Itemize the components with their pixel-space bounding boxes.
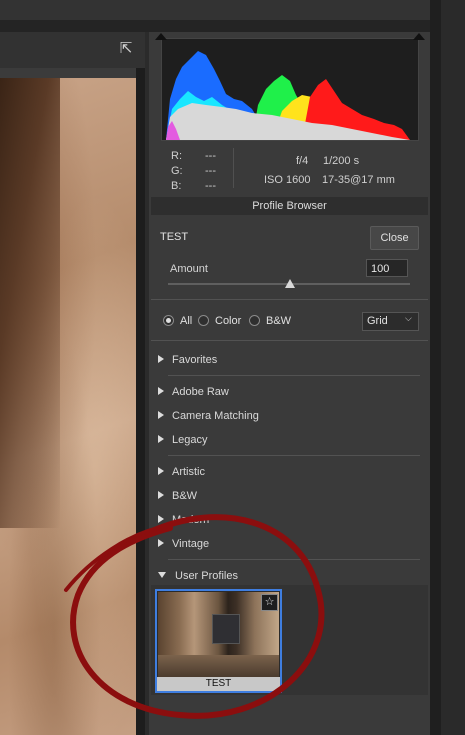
group-label: Adobe Raw xyxy=(172,386,229,398)
group-label: Vintage xyxy=(172,538,210,550)
group-favorites[interactable]: Favorites xyxy=(158,354,217,366)
filter-bw-radio[interactable] xyxy=(249,315,260,326)
group-label: Legacy xyxy=(172,434,208,446)
shutter-speed: 1/200 s xyxy=(323,155,360,167)
photo-shadow-region xyxy=(0,78,60,528)
close-button[interactable]: Close xyxy=(370,226,419,250)
filter-color-label[interactable]: Color xyxy=(215,315,241,327)
expand-arrow-icon xyxy=(158,411,164,420)
divider xyxy=(151,340,428,341)
group-label: Artistic xyxy=(172,466,205,478)
group-vintage[interactable]: Vintage xyxy=(158,538,209,550)
g-value: --- xyxy=(205,165,216,177)
r-value: --- xyxy=(205,150,216,162)
expand-arrow-icon xyxy=(158,515,164,524)
filter-color-radio[interactable] xyxy=(198,315,209,326)
filter-all-label[interactable]: All xyxy=(180,315,192,327)
group-label: B&W xyxy=(172,490,198,502)
group-bw[interactable]: B&W xyxy=(158,490,197,502)
info-divider xyxy=(233,148,234,188)
expand-arrow-icon xyxy=(158,467,164,476)
group-camera-matching[interactable]: Camera Matching xyxy=(158,410,259,422)
divider xyxy=(168,375,420,376)
highlight-clipping-icon[interactable] xyxy=(413,33,425,40)
expand-arrow-icon xyxy=(158,539,164,548)
current-profile-name: TEST xyxy=(160,231,189,243)
preview-divider xyxy=(136,68,145,735)
aperture: f/4 xyxy=(296,155,309,167)
profile-thumbnail-label: TEST xyxy=(157,677,280,691)
group-artistic[interactable]: Artistic xyxy=(158,466,205,478)
group-legacy[interactable]: Legacy xyxy=(158,434,207,446)
group-label: User Profiles xyxy=(175,570,238,582)
group-label: Favorites xyxy=(172,354,218,366)
group-label: Camera Matching xyxy=(172,410,259,422)
b-value: --- xyxy=(205,180,216,192)
amount-slider-thumb[interactable] xyxy=(285,279,295,288)
top-toolbar xyxy=(0,0,465,20)
profile-browser-title: Profile Browser xyxy=(151,197,428,215)
star-outline-icon[interactable]: ☆ xyxy=(261,594,278,611)
shadow-clipping-icon[interactable] xyxy=(155,33,167,40)
filter-bw-label[interactable]: B&W xyxy=(266,315,291,327)
filter-all-radio[interactable] xyxy=(163,315,174,326)
expand-arrow-icon xyxy=(158,491,164,500)
expand-arrow-icon xyxy=(158,355,164,364)
group-adobe-raw[interactable]: Adobe Raw xyxy=(158,386,229,398)
profile-preview-floor xyxy=(158,655,279,677)
histogram xyxy=(161,38,419,141)
g-label: G: xyxy=(171,165,183,177)
histogram-graph xyxy=(166,51,410,140)
export-icon[interactable]: ⇱ xyxy=(116,40,136,58)
lens-info: 17-35@17 mm xyxy=(322,174,395,186)
r-label: R: xyxy=(171,150,182,162)
divider xyxy=(168,455,420,456)
amount-label: Amount xyxy=(170,263,208,275)
right-tool-strip xyxy=(441,0,465,735)
expand-arrow-icon xyxy=(158,435,164,444)
group-label: Modern xyxy=(172,514,210,526)
chevron-down-icon: ⌵ xyxy=(405,313,412,323)
b-label: B: xyxy=(171,180,182,192)
divider xyxy=(151,299,428,300)
divider xyxy=(168,559,420,560)
group-user-profiles[interactable]: User Profiles xyxy=(158,570,238,582)
expand-arrow-icon xyxy=(158,387,164,396)
panel-bottom xyxy=(151,695,428,735)
top-strip xyxy=(0,20,465,32)
collapse-arrow-icon xyxy=(158,572,166,579)
camera-info xyxy=(149,143,430,196)
profile-preview-object xyxy=(212,614,240,644)
iso: ISO 1600 xyxy=(264,174,311,186)
amount-input[interactable]: 100 xyxy=(366,259,408,277)
group-modern[interactable]: Modern xyxy=(158,514,209,526)
